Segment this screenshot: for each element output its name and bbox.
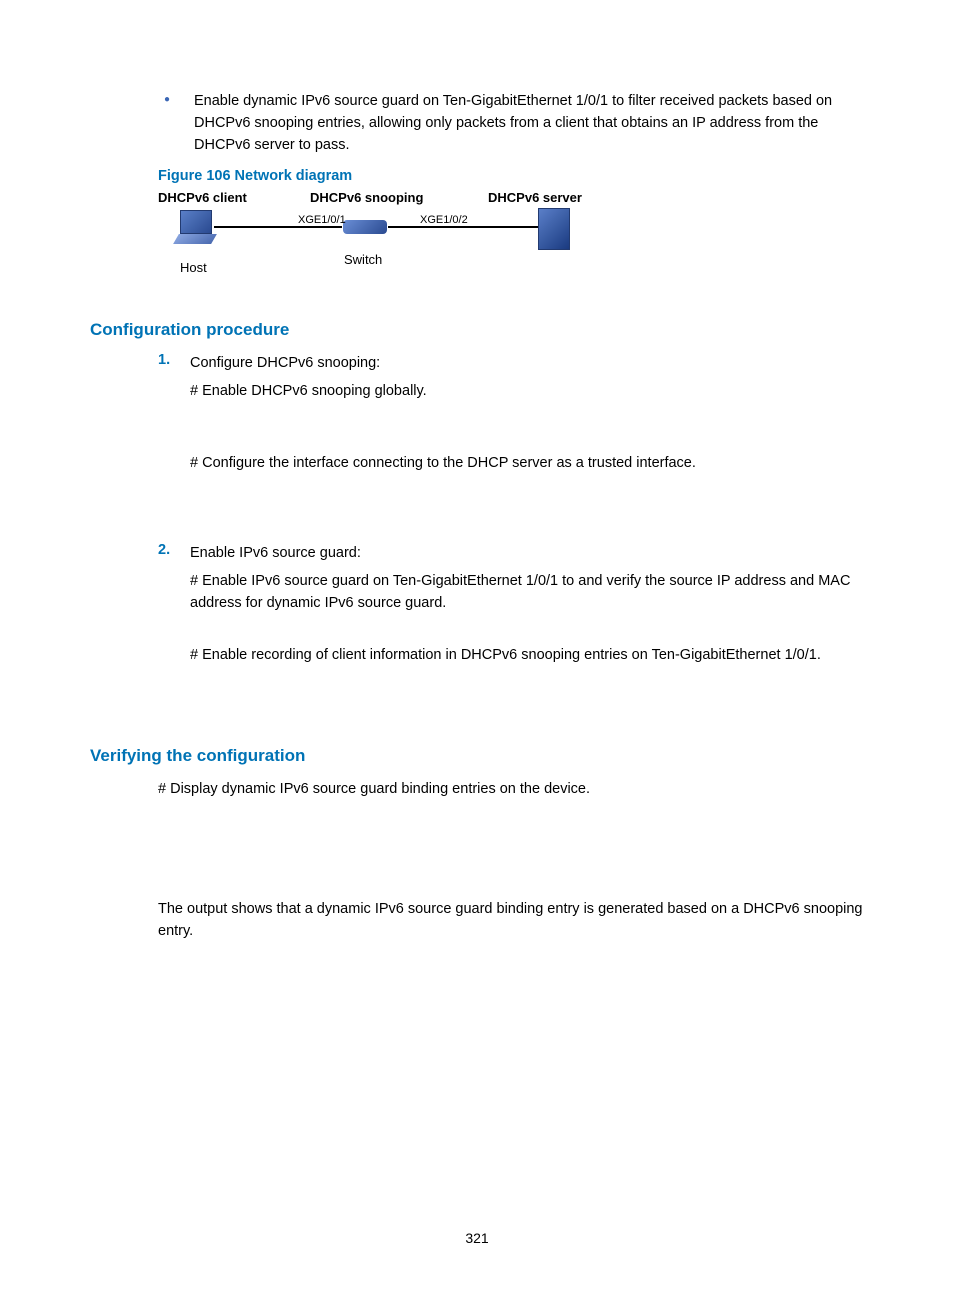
bullet-text: Enable dynamic IPv6 source guard on Ten-…: [194, 90, 864, 156]
diagram-link: [388, 226, 538, 228]
paragraph: # Enable recording of client information…: [190, 644, 864, 666]
bullet-marker: ●: [160, 90, 194, 156]
diagram-node-host: Host: [180, 260, 207, 275]
diagram-label-snooping: DHCPv6 snooping: [310, 190, 423, 205]
document-page: ● Enable dynamic IPv6 source guard on Te…: [0, 0, 954, 1296]
heading-configuration-procedure: Configuration procedure: [90, 320, 864, 340]
network-diagram: DHCPv6 client DHCPv6 snooping DHCPv6 ser…: [158, 190, 638, 290]
list-item: 1. Configure DHCPv6 snooping:: [158, 352, 864, 374]
switch-icon: [343, 216, 387, 238]
list-text: Configure DHCPv6 snooping:: [190, 352, 380, 374]
heading-verifying-configuration: Verifying the configuration: [90, 746, 864, 766]
diagram-interface-1: XGE1/0/1: [298, 214, 346, 226]
paragraph: # Configure the interface connecting to …: [190, 452, 864, 474]
paragraph: # Display dynamic IPv6 source guard bind…: [158, 778, 864, 800]
host-icon: [176, 210, 214, 248]
list-item: 2. Enable IPv6 source guard:: [158, 542, 864, 564]
server-icon: [538, 208, 568, 248]
list-number: 2.: [158, 542, 190, 564]
diagram-link: [214, 226, 342, 228]
list-number: 1.: [158, 352, 190, 374]
diagram-label-server: DHCPv6 server: [488, 190, 582, 205]
paragraph: The output shows that a dynamic IPv6 sou…: [158, 898, 864, 942]
diagram-label-client: DHCPv6 client: [158, 190, 247, 205]
bullet-item: ● Enable dynamic IPv6 source guard on Te…: [160, 90, 864, 156]
list-text: Enable IPv6 source guard:: [190, 542, 361, 564]
paragraph: # Enable IPv6 source guard on Ten-Gigabi…: [190, 570, 864, 614]
paragraph: # Enable DHCPv6 snooping globally.: [190, 380, 864, 402]
diagram-interface-2: XGE1/0/2: [420, 214, 468, 226]
diagram-node-switch: Switch: [344, 252, 382, 267]
page-number: 321: [0, 1230, 954, 1246]
figure-caption: Figure 106 Network diagram: [158, 168, 864, 184]
